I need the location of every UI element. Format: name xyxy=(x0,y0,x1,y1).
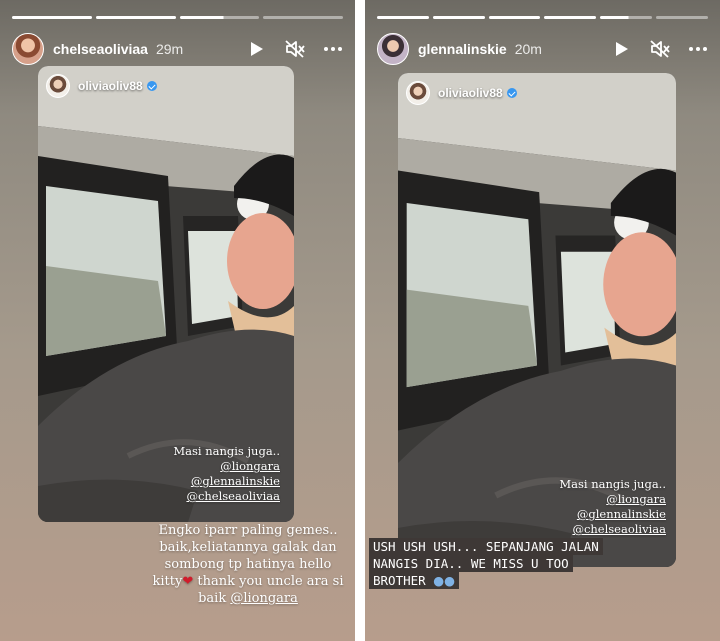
story-progress xyxy=(12,16,343,19)
story-header: glennalinskie 20m xyxy=(377,32,708,66)
mention-tag[interactable]: @liongara xyxy=(559,492,666,507)
verified-badge-icon xyxy=(506,88,517,98)
photo-caption: Masi nangis juga.. @liongara @glennalins… xyxy=(173,444,280,504)
mention-tag[interactable]: @glennalinskie xyxy=(173,474,280,489)
mention-avatar xyxy=(406,81,430,105)
overlay-text: BROTHER xyxy=(373,573,426,588)
caption-line: baik @liongara xyxy=(148,590,348,607)
speaker-muted-icon[interactable] xyxy=(650,39,670,59)
story-right[interactable]: glennalinskie 20m oliviaoliv88 Masi nang… xyxy=(365,0,720,641)
mention-tag[interactable]: @glennalinskie xyxy=(559,507,666,522)
progress-segment xyxy=(377,16,429,19)
photo-caption-text: Masi nangis juga.. xyxy=(559,477,666,491)
story-progress xyxy=(377,16,708,19)
story-controls xyxy=(247,39,343,59)
caption-line: baik,keliatannya galak dan xyxy=(159,540,337,555)
progress-segment xyxy=(656,16,708,19)
photo-caption-text: Masi nangis juga.. xyxy=(173,444,280,458)
story-left[interactable]: chelseaoliviaa 29m oliviaoliv88 Masi nan… xyxy=(0,0,355,641)
caption-line: Engko iparr paling gemes.. xyxy=(158,523,338,538)
photo-caption: Masi nangis juga.. @liongara @glennalins… xyxy=(559,477,666,537)
caption-text: thank you uncle ara si xyxy=(193,574,344,589)
story-text-overlay: USH USH USH... SEPANJANG JALAN NANGIS DI… xyxy=(369,538,603,589)
caption-text: kitty xyxy=(152,574,183,589)
overlay-line: USH USH USH... SEPANJANG JALAN xyxy=(369,538,603,555)
verified-badge-icon xyxy=(146,81,157,91)
overlay-line: NANGIS DIA.. WE MISS U TOO xyxy=(369,555,573,572)
progress-segment xyxy=(488,16,541,19)
caption-line: sombong tp hatinya hello xyxy=(164,557,332,572)
people-emoji: ●● xyxy=(433,573,456,588)
progress-segment-current xyxy=(179,16,260,19)
mention-username: oliviaoliv88 xyxy=(438,86,503,100)
mention-avatar xyxy=(46,74,70,98)
story-caption: Engko iparr paling gemes.. baik,keliatan… xyxy=(148,522,348,607)
story-mention[interactable]: oliviaoliv88 xyxy=(46,74,157,98)
red-heart-emoji: ❤ xyxy=(182,574,194,589)
progress-segment xyxy=(12,16,92,19)
story-username[interactable]: glennalinskie xyxy=(418,41,507,57)
story-controls xyxy=(612,39,708,59)
overlay-line: BROTHER ●● xyxy=(369,572,460,589)
caption-text: baik xyxy=(198,591,231,606)
progress-segment xyxy=(432,16,485,19)
reshared-story-photo[interactable]: oliviaoliv88 Masi nangis juga.. @liongar… xyxy=(398,73,676,567)
mention-tag[interactable]: @liongara xyxy=(230,591,298,606)
progress-segment xyxy=(95,16,176,19)
story-time: 29m xyxy=(155,41,184,57)
story-header: chelseaoliviaa 29m xyxy=(12,32,343,66)
story-mention[interactable]: oliviaoliv88 xyxy=(406,81,517,105)
play-icon[interactable] xyxy=(247,39,267,59)
mention-username: oliviaoliv88 xyxy=(78,79,143,93)
progress-segment-current xyxy=(600,16,653,19)
story-username[interactable]: chelseaoliviaa xyxy=(53,41,148,57)
speaker-muted-icon[interactable] xyxy=(285,39,305,59)
mention-tag[interactable]: @chelseaoliviaa xyxy=(173,489,280,504)
caption-line: kitty❤ thank you uncle ara si xyxy=(148,573,348,590)
more-options-icon[interactable] xyxy=(323,39,343,59)
play-icon[interactable] xyxy=(612,39,632,59)
progress-segment xyxy=(263,16,343,19)
progress-segment xyxy=(544,16,597,19)
avatar[interactable] xyxy=(12,33,44,65)
mention-tag[interactable]: @chelseaoliviaa xyxy=(559,522,666,537)
reshared-story-photo[interactable]: oliviaoliv88 Masi nangis juga.. @liongar… xyxy=(38,66,294,522)
mention-tag[interactable]: @liongara xyxy=(173,459,280,474)
avatar[interactable] xyxy=(377,33,409,65)
more-options-icon[interactable] xyxy=(688,39,708,59)
story-time: 20m xyxy=(514,41,542,57)
